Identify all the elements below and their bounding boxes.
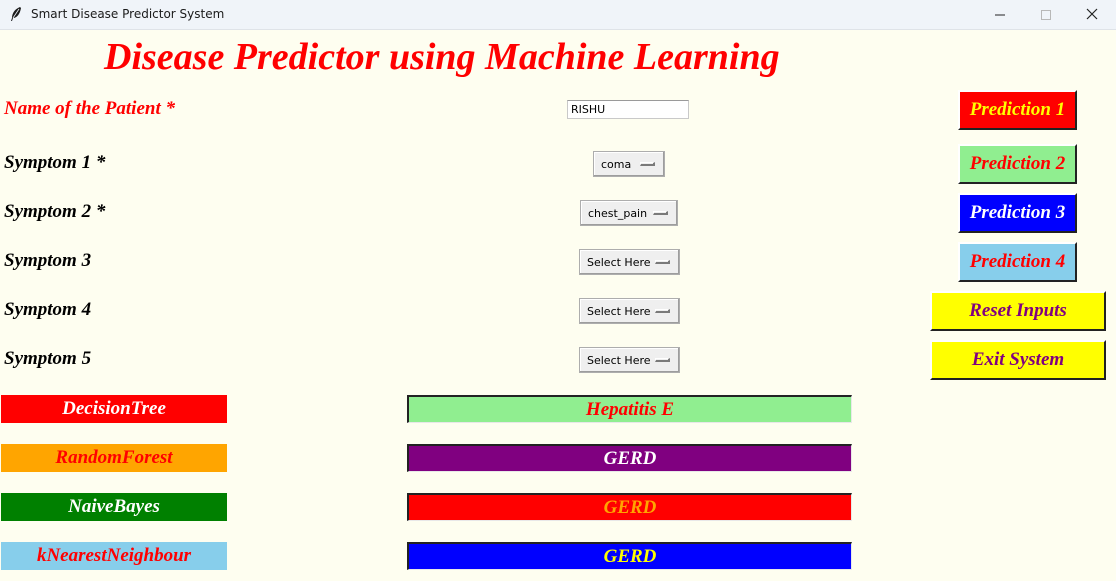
feather-icon — [9, 6, 23, 22]
close-button[interactable] — [1069, 0, 1115, 29]
dropdown-indicator-icon — [655, 358, 670, 362]
symptom-2-dropdown[interactable]: chest_pain — [580, 200, 678, 226]
maximize-icon — [1041, 5, 1051, 24]
symptom-4-value: Select Here — [587, 304, 651, 318]
result-field-naivebayes: GERD — [407, 493, 852, 521]
dropdown-indicator-icon — [640, 162, 655, 166]
dropdown-indicator-icon — [653, 211, 668, 215]
prediction-3-button[interactable]: Prediction 3 — [958, 193, 1077, 233]
symptom-1-label: Symptom 1 * — [4, 152, 106, 173]
dropdown-indicator-icon — [655, 260, 670, 264]
patient-name-label: Name of the Patient * — [4, 98, 175, 119]
page-title: Disease Predictor using Machine Learning — [104, 36, 780, 78]
symptom-5-dropdown[interactable]: Select Here — [579, 347, 680, 373]
algorithm-label-naivebayes: NaiveBayes — [1, 493, 227, 521]
dropdown-indicator-icon — [655, 309, 670, 313]
symptom-5-label: Symptom 5 — [4, 348, 92, 369]
symptom-4-dropdown[interactable]: Select Here — [579, 298, 680, 324]
symptom-1-dropdown[interactable]: coma — [593, 151, 665, 177]
reset-inputs-button[interactable]: Reset Inputs — [930, 291, 1106, 331]
symptom-3-dropdown[interactable]: Select Here — [579, 249, 680, 275]
result-field-randomforest: GERD — [407, 444, 852, 472]
minimize-button[interactable] — [977, 0, 1023, 29]
symptom-2-label: Symptom 2 * — [4, 201, 106, 222]
window-titlebar[interactable]: Smart Disease Predictor System — [0, 0, 1116, 30]
symptom-3-label: Symptom 3 — [4, 250, 92, 271]
exit-system-button[interactable]: Exit System — [930, 340, 1106, 380]
symptom-5-value: Select Here — [587, 353, 651, 367]
app-content: Disease Predictor using Machine Learning… — [0, 30, 1116, 581]
symptom-1-value: coma — [601, 157, 632, 171]
symptom-4-label: Symptom 4 — [4, 299, 92, 320]
result-field-decisiontree: Hepatitis E — [407, 395, 852, 423]
algorithm-label-knearestneighbour: kNearestNeighbour — [1, 542, 227, 570]
symptom-2-value: chest_pain — [588, 206, 648, 220]
close-icon — [1086, 5, 1098, 24]
window-title: Smart Disease Predictor System — [31, 7, 225, 21]
algorithm-label-randomforest: RandomForest — [1, 444, 227, 472]
prediction-4-button[interactable]: Prediction 4 — [958, 242, 1077, 282]
maximize-button[interactable] — [1023, 0, 1069, 29]
patient-name-input[interactable] — [567, 100, 689, 119]
prediction-2-button[interactable]: Prediction 2 — [958, 144, 1077, 184]
result-field-knearestneighbour: GERD — [407, 542, 852, 570]
minimize-icon — [995, 5, 1005, 24]
prediction-1-button[interactable]: Prediction 1 — [958, 90, 1077, 130]
algorithm-label-decisiontree: DecisionTree — [1, 395, 227, 423]
symptom-3-value: Select Here — [587, 255, 651, 269]
